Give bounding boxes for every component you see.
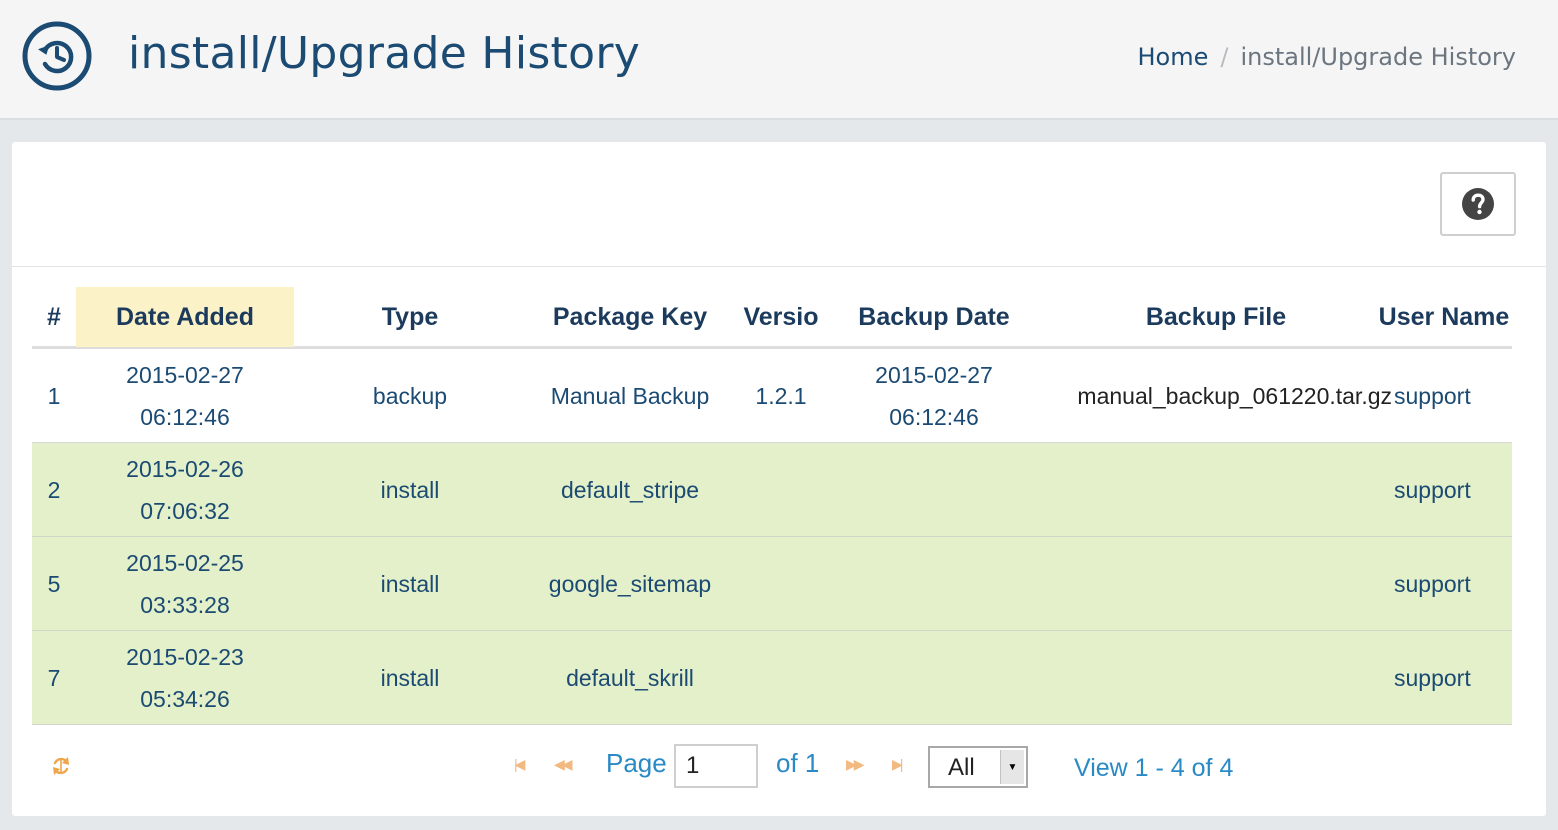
cell-backup-file (1040, 537, 1392, 631)
table-row[interactable]: 1 2015-02-27 06:12:46 backup Manual Backu… (32, 349, 1512, 443)
chevron-down-icon: ▼ (1000, 750, 1024, 784)
cell-type: install (380, 665, 440, 691)
column-header-backup-date[interactable]: Backup Date (828, 287, 1040, 347)
cell-package-key: default_stripe (560, 477, 700, 503)
cell-version (734, 443, 828, 537)
cell-date-added: 2015-02-26 07:06:32 (76, 443, 294, 537)
breadcrumb-current: install/Upgrade History (1240, 43, 1516, 71)
first-page-icon[interactable]: |◀ (514, 756, 526, 773)
next-page-icon[interactable]: ▶▶ (846, 756, 864, 773)
cell-backup-date (828, 631, 1040, 725)
page-label: Page (606, 748, 667, 778)
table-header: # Date Added Type Package Key Versio Bac… (32, 287, 1512, 349)
cell-package-key: google_sitemap (548, 571, 712, 597)
cell-package-key: Manual Backup (550, 383, 710, 409)
cell-backup-file (1040, 631, 1392, 725)
cell-backup-file (1040, 443, 1392, 537)
cell-date: 2015-02-25 (126, 550, 244, 576)
page-header: install/Upgrade History Home / install/Upg… (0, 0, 1558, 120)
cell-type: backup (372, 383, 448, 409)
column-header-package-key[interactable]: Package Key (526, 287, 734, 347)
cell-date-added: 2015-02-27 06:12:46 (76, 349, 294, 443)
history-panel: # Date Added Type Package Key Versio Bac… (12, 142, 1546, 816)
cell-type: install (380, 477, 440, 503)
pager: |◀ ◀◀ Page of 1 ▶▶ ▶| All ▼ View 1 - 4 o… (12, 742, 1546, 802)
cell-number: 5 (47, 571, 61, 597)
help-button[interactable] (1440, 172, 1516, 236)
refresh-icon[interactable] (50, 754, 72, 778)
page-count-label: of 1 (776, 748, 820, 778)
cell-time: 03:33:28 (140, 592, 230, 618)
cell-date-added: 2015-02-25 03:33:28 (76, 537, 294, 631)
cell-date: 2015-02-26 (126, 456, 244, 482)
breadcrumb: Home / install/Upgrade History (1137, 43, 1516, 71)
history-table: # Date Added Type Package Key Versio Bac… (32, 287, 1512, 725)
view-records-info: View 1 - 4 of 4 (1074, 754, 1234, 782)
cell-package-key: default_skrill (566, 665, 694, 691)
last-page-icon[interactable]: ▶| (892, 756, 904, 773)
breadcrumb-home-link[interactable]: Home (1137, 43, 1208, 71)
cell-version (734, 631, 828, 725)
table-row[interactable]: 7 2015-02-23 05:34:26 install default_skr… (32, 631, 1512, 725)
history-icon (22, 21, 92, 91)
cell-user-name: support (1394, 571, 1471, 597)
prev-page-icon[interactable]: ◀◀ (554, 756, 572, 773)
page-number-input[interactable] (674, 744, 758, 788)
cell-time: 06:12:46 (140, 404, 230, 430)
cell-time: 07:06:32 (140, 498, 230, 524)
panel-toolbar (12, 142, 1546, 267)
cell-date: 2015-02-27 (126, 362, 244, 388)
cell-version: 1.2.1 (755, 383, 807, 409)
question-circle-icon (1462, 188, 1494, 220)
column-header-number[interactable]: # (32, 287, 76, 347)
cell-backup-time: 06:12:46 (889, 404, 979, 430)
cell-backup-date (828, 443, 1040, 537)
cell-time: 05:34:26 (140, 686, 230, 712)
cell-type: install (380, 571, 440, 597)
breadcrumb-separator: / (1220, 43, 1229, 71)
column-header-user-name[interactable]: User Name (1376, 287, 1512, 347)
cell-backup-date (828, 537, 1040, 631)
cell-user-name: support (1394, 665, 1471, 691)
column-header-version[interactable]: Versio (734, 287, 828, 347)
cell-date: 2015-02-23 (126, 644, 244, 670)
rows-per-page-select[interactable]: All ▼ (928, 746, 1028, 788)
cell-backup-file: manual_backup_061220.tar.gz (1077, 383, 1392, 409)
cell-backup-date: 2015-02-27 06:12:46 (828, 349, 1040, 443)
cell-number: 7 (47, 665, 61, 691)
column-header-type[interactable]: Type (294, 287, 526, 347)
cell-user-name: support (1394, 383, 1471, 409)
cell-number: 1 (47, 383, 61, 409)
page-title: install/Upgrade History (128, 28, 641, 79)
table-row[interactable]: 2 2015-02-26 07:06:32 install default_str… (32, 443, 1512, 537)
cell-backup-day: 2015-02-27 (875, 362, 993, 388)
column-header-date-added[interactable]: Date Added (76, 287, 294, 347)
rows-per-page-value: All (948, 754, 975, 781)
cell-number: 2 (47, 477, 61, 503)
table-row[interactable]: 5 2015-02-25 03:33:28 install google_site… (32, 537, 1512, 631)
cell-version (734, 537, 828, 631)
cell-user-name: support (1394, 477, 1471, 503)
column-header-backup-file[interactable]: Backup File (1040, 287, 1392, 347)
cell-date-added: 2015-02-23 05:34:26 (76, 631, 294, 725)
